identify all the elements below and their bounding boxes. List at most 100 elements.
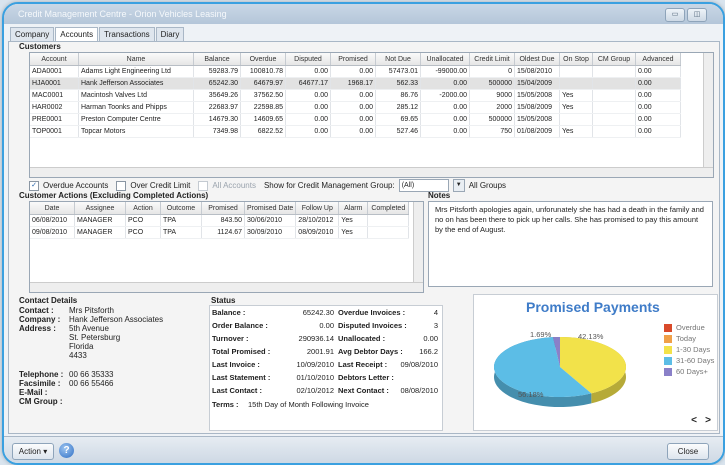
tab-transactions[interactable]: Transactions: [99, 27, 155, 41]
facsimile-label: Facsimile :: [19, 379, 61, 388]
tab-diary[interactable]: Diary: [155, 27, 185, 41]
actions-vertical-scrollbar[interactable]: [413, 202, 423, 283]
actions-cell: 1124.67: [201, 226, 245, 239]
actions-column-header[interactable]: Outcome: [160, 202, 202, 215]
customers-cell: 01/08/2009: [514, 125, 560, 138]
customers-cell: 59283.79: [193, 65, 241, 78]
tab-company[interactable]: Company: [10, 27, 55, 41]
disputed-invoices-label: Disputed Invoices :: [338, 321, 407, 330]
customers-vertical-scrollbar[interactable]: [703, 53, 713, 168]
tab-accounts[interactable]: Accounts: [55, 27, 99, 42]
customers-column-header[interactable]: Disputed: [285, 53, 331, 66]
customers-column-header[interactable]: Unallocated: [420, 53, 470, 66]
bottom-toolbar: Action ▾ ? Close: [4, 436, 723, 463]
customers-cell: ADA0001: [30, 65, 79, 78]
customers-cell: Preston Computer Centre: [78, 113, 194, 126]
customers-cell: Yes: [559, 101, 593, 114]
customers-grid[interactable]: Account Name Balance Overdue Disputed Promise…: [29, 52, 714, 178]
customers-horizontal-scrollbar[interactable]: [30, 167, 713, 177]
legend-swatch: [664, 323, 672, 332]
customers-table-row[interactable]: ADA0001 Adams Light Engineering Ltd 59283.…: [30, 65, 681, 78]
overdue-invoices-label: Overdue Invoices :: [338, 308, 406, 317]
customers-cell: HAR0002: [30, 101, 79, 114]
actions-column-header[interactable]: Action: [125, 202, 161, 215]
facsimile-value: 00 66 55466: [69, 379, 114, 388]
maximize-button[interactable]: ◫: [687, 8, 707, 22]
actions-cell: 28/10/2012: [295, 214, 340, 227]
customers-column-header[interactable]: Credit Limit: [469, 53, 515, 66]
customers-cell: 0.00: [285, 125, 331, 138]
actions-column-header[interactable]: Completed: [367, 202, 410, 215]
customers-cell: 0.00: [285, 113, 331, 126]
customers-column-header[interactable]: Oldest Due: [514, 53, 560, 66]
last-contact-label: Last Contact :: [212, 386, 263, 395]
actions-column-header[interactable]: Promised Date: [244, 202, 297, 215]
telephone-value: 00 66 35333: [69, 370, 114, 379]
customers-cell: 9000: [469, 89, 515, 102]
customers-cell: 86.76: [375, 89, 421, 102]
pie-data-label: 1.69%: [530, 330, 552, 339]
customers-cell: 15/08/2010: [514, 65, 560, 78]
last-contact-value: 02/10/2012: [296, 386, 334, 395]
actions-cell: 06/08/2010: [30, 214, 75, 227]
actions-column-header[interactable]: Alarm: [338, 202, 369, 215]
avg-debtor-days-label: Avg Debtor Days :: [338, 347, 403, 356]
customers-cell: 15/05/2008: [514, 89, 560, 102]
last-receipt-label: Last Receipt :: [338, 360, 388, 369]
actions-column-header[interactable]: Date: [30, 202, 75, 215]
customers-cell: 57473.01: [375, 65, 421, 78]
overdue-accounts-checkbox[interactable]: ✓: [29, 180, 39, 191]
customers-column-header[interactable]: Account: [30, 53, 79, 66]
customers-table-row[interactable]: TOP0001 Topcar Motors 7349.98 6822.52 0.00 0.…: [30, 125, 681, 138]
customers-column-header[interactable]: Advanced: [635, 53, 681, 66]
all-accounts-checkbox[interactable]: [198, 180, 209, 191]
actions-column-header[interactable]: Assignee: [74, 202, 126, 215]
customers-table-row[interactable]: HJA0001 Hank Jefferson Associates 65242.30…: [30, 77, 681, 90]
customers-table-row[interactable]: PRE0001 Preston Computer Centre 14679.30 14…: [30, 113, 681, 126]
disputed-invoices-value: 3: [433, 321, 438, 330]
turnover-value: 290936.14: [298, 334, 334, 343]
chevron-down-icon[interactable]: ▼: [452, 179, 465, 192]
customers-column-header[interactable]: Name: [78, 53, 194, 66]
help-icon[interactable]: ?: [59, 443, 74, 458]
customers-column-header[interactable]: Promised: [330, 53, 376, 66]
customers-cell: HJA0001: [30, 77, 79, 90]
action-menu-button[interactable]: Action ▾: [12, 443, 54, 460]
actions-table-row[interactable]: 09/08/2010 MANAGER PCO TPA 1124.67 30/09/2010…: [30, 226, 410, 239]
customers-cell: MAC0001: [30, 89, 79, 102]
all-groups-label: All Groups: [468, 181, 507, 190]
customers-cell: 0.00: [420, 113, 470, 126]
customer-actions-grid[interactable]: Date Assignee Action Outcome Promised Promise…: [29, 201, 424, 293]
customers-column-header[interactable]: On Stop: [559, 53, 593, 66]
chart-prev-button[interactable]: <: [691, 415, 697, 426]
over-credit-limit-checkbox[interactable]: [116, 180, 127, 191]
actions-column-header[interactable]: Promised: [201, 202, 245, 215]
actions-horizontal-scrollbar[interactable]: [30, 282, 423, 292]
customers-column-header[interactable]: Not Due: [375, 53, 421, 66]
contact-details-title: Contact Details: [19, 296, 78, 305]
customers-cell: 0.00: [330, 65, 376, 78]
terms-value: 15th Day of Month Following Invoice: [248, 400, 369, 409]
next-contact-label: Next Contact :: [338, 386, 389, 395]
customers-cell: 527.46: [375, 125, 421, 138]
address-line-1: 5th Avenue: [69, 324, 109, 333]
overdue-accounts-label: Overdue Accounts: [43, 181, 109, 190]
customers-column-header[interactable]: CM Group: [592, 53, 636, 66]
customers-cell: 750: [469, 125, 515, 138]
customers-column-header[interactable]: Overdue: [240, 53, 286, 66]
actions-column-header[interactable]: Follow Up: [295, 202, 340, 215]
actions-table-row[interactable]: 06/08/2010 MANAGER PCO TPA 843.50 30/06/2010 2…: [30, 214, 410, 227]
customers-column-header[interactable]: Balance: [193, 53, 241, 66]
legend-item: 31-60 Days: [664, 355, 714, 366]
legend-item: Today: [664, 333, 714, 344]
customers-cell: 0.00: [420, 77, 470, 90]
chart-next-button[interactable]: >: [705, 415, 711, 426]
legend-label: 60 Days+: [676, 367, 708, 376]
unallocated-label: Unallocated :: [338, 334, 386, 343]
customer-actions-title: Customer Actions (Excluding Completed Ac…: [19, 191, 209, 200]
notes-box[interactable]: Mrs Pitsforth apologies again, unforunat…: [428, 201, 713, 287]
close-button[interactable]: Close: [667, 443, 709, 460]
customers-table-row[interactable]: MAC0001 Macintosh Valves Ltd 35649.26 37562…: [30, 89, 681, 102]
minimize-button[interactable]: ▭: [665, 8, 685, 22]
customers-table-row[interactable]: HAR0002 Harman Toonks and Phipps 22683.97 2…: [30, 101, 681, 114]
